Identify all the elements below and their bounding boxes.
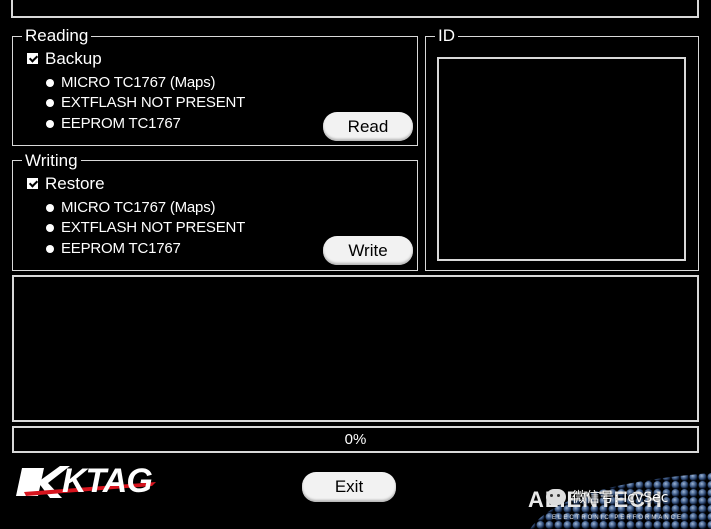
radio-dot-icon <box>46 204 54 212</box>
top-frame <box>11 0 699 18</box>
reading-option-micro[interactable]: MICRO TC1767 (Maps) <box>46 75 215 91</box>
reading-option-extflash[interactable]: EXTFLASH NOT PRESENT <box>46 95 245 111</box>
id-title: ID <box>435 27 458 45</box>
radio-dot-icon <box>46 79 54 87</box>
reading-option-eeprom[interactable]: EEPROM TC1767 <box>46 116 181 132</box>
log-area <box>12 275 699 422</box>
exit-button[interactable]: Exit <box>302 472 396 502</box>
radio-dot-icon <box>46 99 54 107</box>
wechat-icon <box>546 489 566 505</box>
restore-checkbox[interactable] <box>27 178 38 189</box>
progress-text: 0% <box>344 431 367 448</box>
radio-dot-icon <box>46 224 54 232</box>
ktag-logo: KTAG <box>16 462 158 502</box>
id-display <box>437 57 686 261</box>
reading-title: Reading <box>22 27 92 45</box>
write-button[interactable]: Write <box>323 236 413 265</box>
restore-label: Restore <box>45 174 105 193</box>
radio-dot-icon <box>46 245 54 253</box>
progress-bar: 0% <box>12 426 699 453</box>
radio-dot-icon <box>46 120 54 128</box>
writing-option-eeprom[interactable]: EEPROM TC1767 <box>46 241 181 257</box>
alientech-tagline: ELECTRONIC PERFORMANCE <box>552 515 684 521</box>
backup-checkbox[interactable] <box>27 53 38 64</box>
watermark: 微信号: IcvSec <box>546 487 668 507</box>
writing-option-micro[interactable]: MICRO TC1767 (Maps) <box>46 200 215 216</box>
writing-title: Writing <box>22 152 81 170</box>
writing-option-extflash[interactable]: EXTFLASH NOT PRESENT <box>46 220 245 236</box>
backup-label: Backup <box>45 49 102 68</box>
read-button[interactable]: Read <box>323 112 413 141</box>
